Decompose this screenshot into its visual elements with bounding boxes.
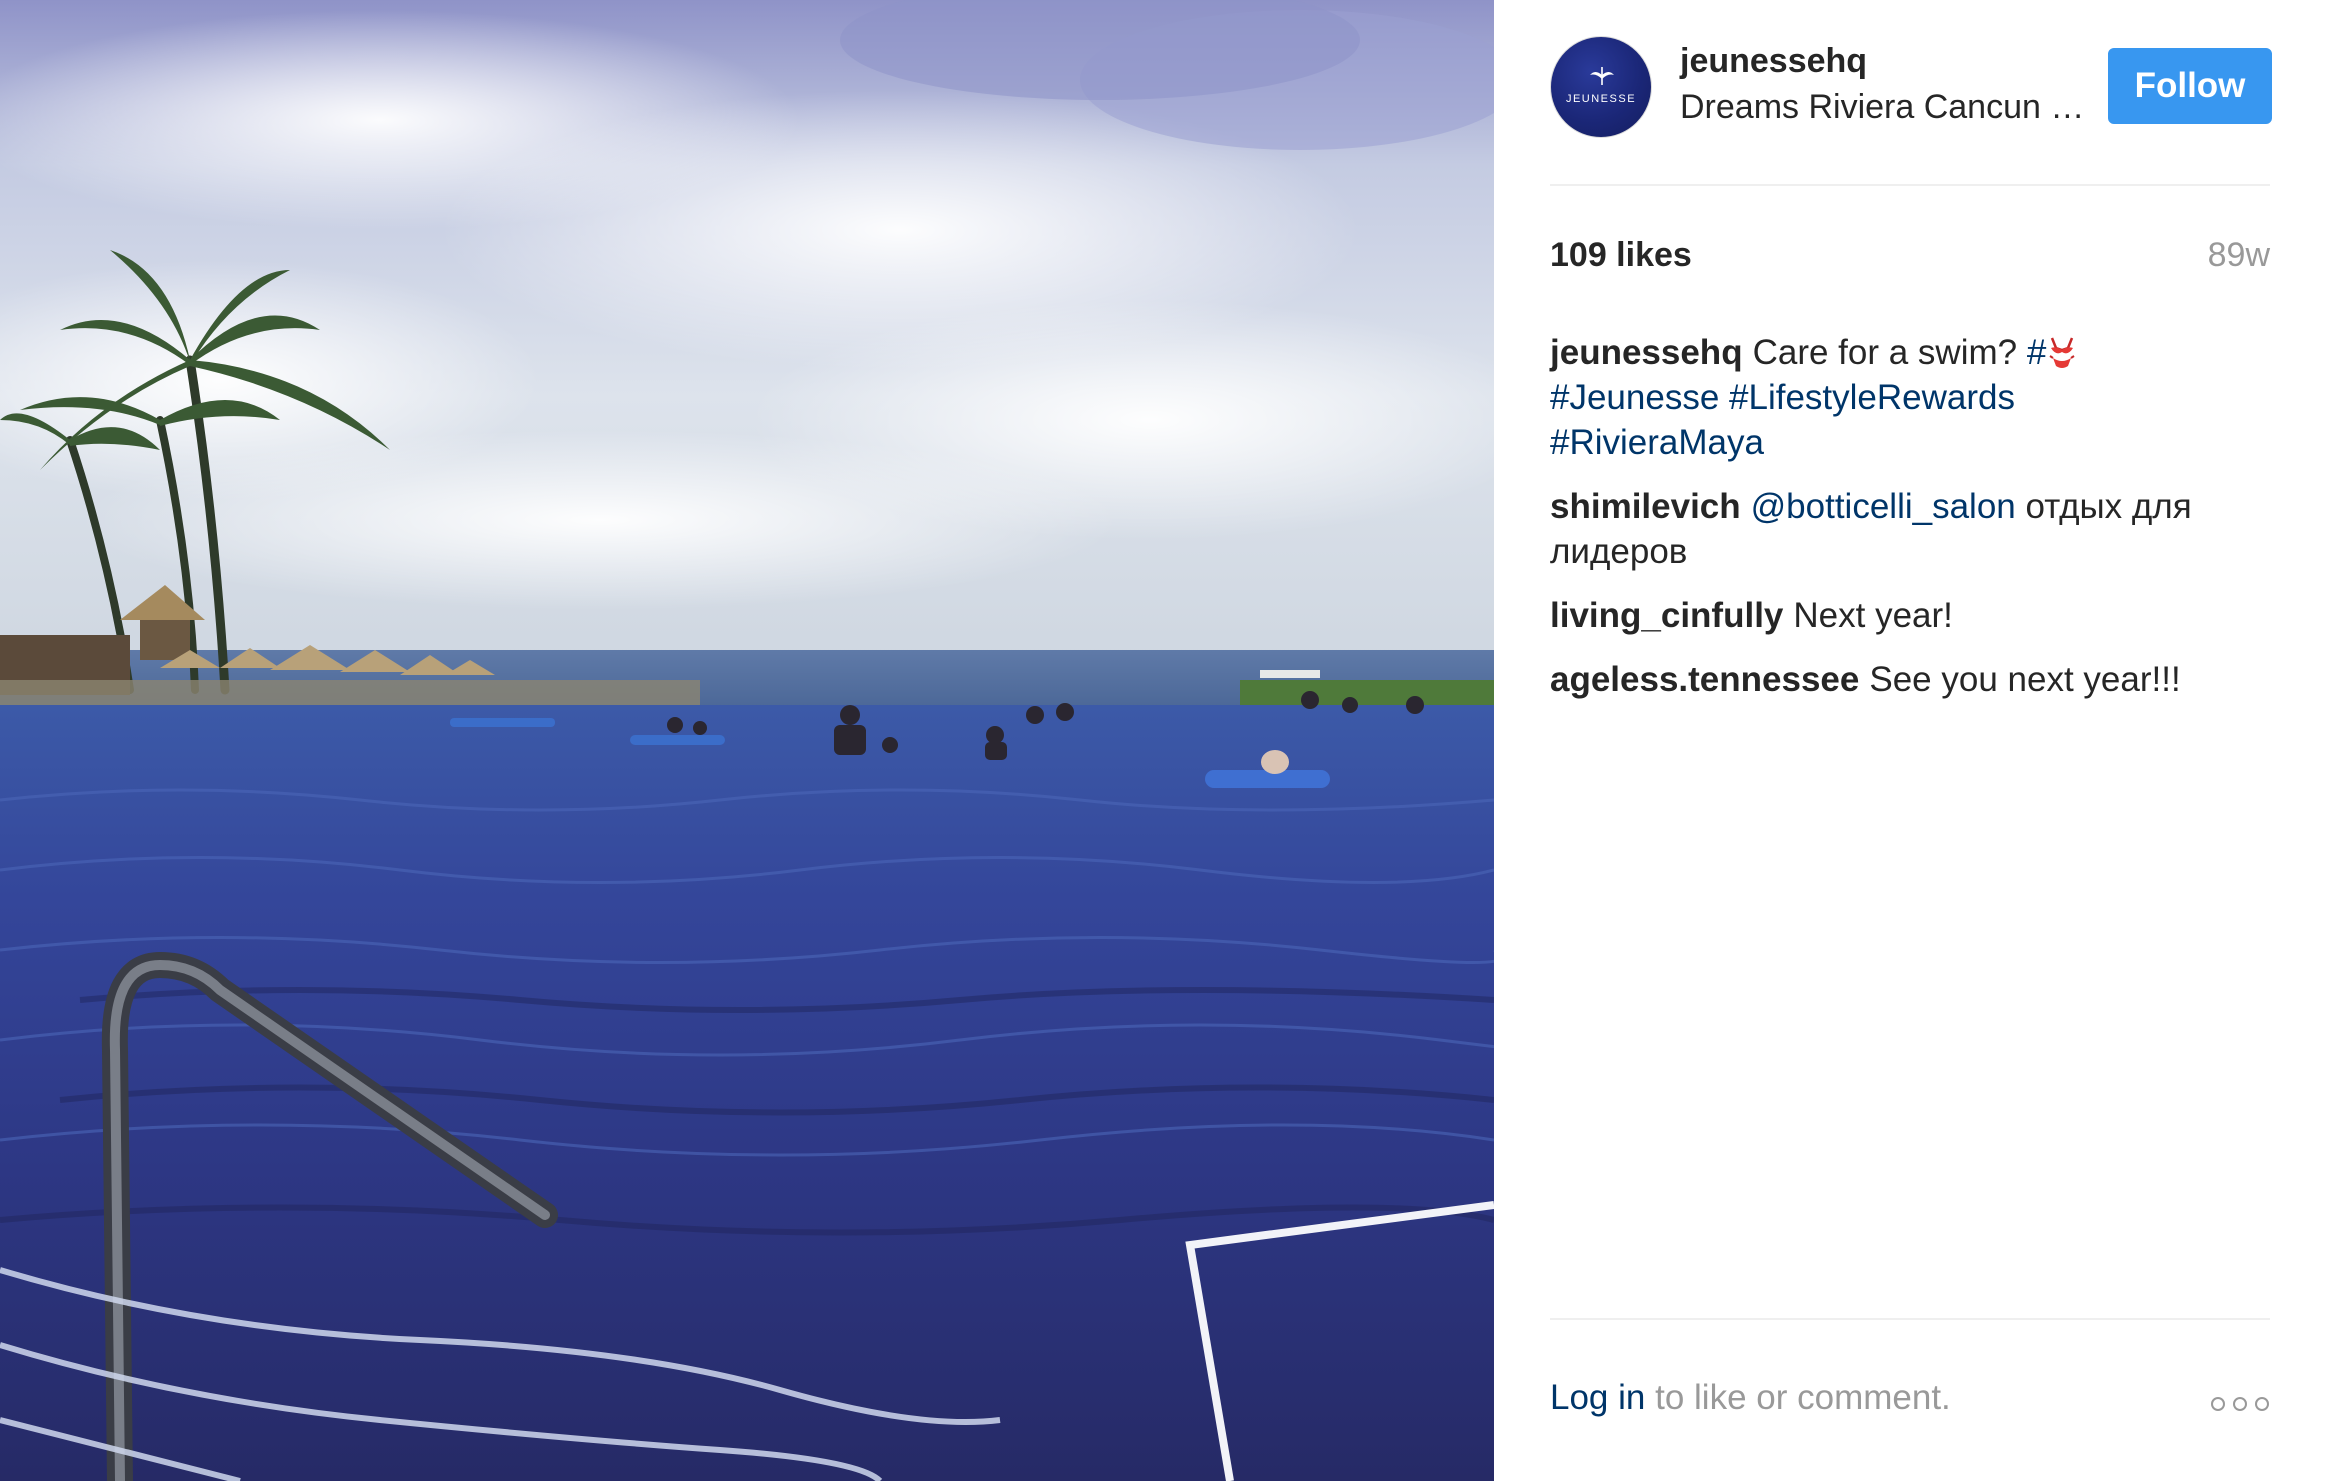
caption-text: Care for a swim? [1752, 333, 2018, 372]
comment-item: living_cinfully Next year! [1550, 593, 2270, 638]
instagram-post: JEUNESSE jeunessehq Dreams Riviera Cancu… [0, 0, 2332, 1481]
post-time[interactable]: 89w [2208, 236, 2270, 275]
post-photo[interactable] [0, 0, 1494, 1481]
caption: jeunessehq Care for a swim? # #Jeunesse #… [1550, 330, 2270, 465]
login-link[interactable]: Log in [1550, 1378, 1645, 1417]
comment-text: Next year! [1793, 596, 1953, 635]
likes-count[interactable]: 109 likes [1550, 236, 1692, 275]
hashtag-rivieramaya[interactable]: #RivieraMaya [1550, 423, 1764, 462]
post-location[interactable]: Dreams Riviera Cancun Resort & Spa [1680, 88, 2090, 127]
follow-button[interactable]: Follow [2108, 48, 2272, 124]
hashtag-lifestylerewards[interactable]: #LifestyleRewards [1729, 378, 2015, 417]
post-header: JEUNESSE jeunessehq Dreams Riviera Cancu… [1550, 36, 2280, 138]
comment-item: shimilevich @botticelli_salon отдых для л… [1550, 484, 2270, 574]
post-footer: Log in to like or comment. [1550, 1378, 2270, 1428]
jeunesse-logo-icon [1590, 67, 1614, 85]
comment-item: ageless.tennessee See you next year!!! [1550, 657, 2270, 702]
comments-list: jeunessehq Care for a swim? # #Jeunesse #… [1550, 330, 2270, 721]
comment-author[interactable]: ageless.tennessee [1550, 660, 1859, 699]
login-prompt: Log in to like or comment. [1550, 1378, 1951, 1418]
post-username[interactable]: jeunessehq [1680, 42, 1867, 81]
login-rest-text: to like or comment. [1655, 1378, 1951, 1417]
avatar-logo-text: JEUNESSE [1565, 93, 1637, 105]
comment-author[interactable]: shimilevich [1550, 487, 1741, 526]
more-options-icon[interactable] [2210, 1396, 2270, 1412]
hashtag-jeunesse[interactable]: #Jeunesse [1550, 378, 1719, 417]
comment-author[interactable]: living_cinfully [1550, 596, 1783, 635]
comment-text: See you next year!!! [1869, 660, 2181, 699]
likes-row: 109 likes 89w [1550, 236, 2270, 286]
caption-author[interactable]: jeunessehq [1550, 333, 1743, 372]
avatar[interactable]: JEUNESSE [1550, 36, 1652, 138]
header-divider [1550, 184, 2270, 186]
bikini-icon [2049, 337, 2075, 368]
footer-divider [1550, 1318, 2270, 1320]
post-side-panel: JEUNESSE jeunessehq Dreams Riviera Cancu… [1494, 0, 2332, 1481]
comment-mention[interactable]: @botticelli_salon [1751, 487, 2016, 526]
hashtag-emoji[interactable]: # [2027, 333, 2078, 372]
